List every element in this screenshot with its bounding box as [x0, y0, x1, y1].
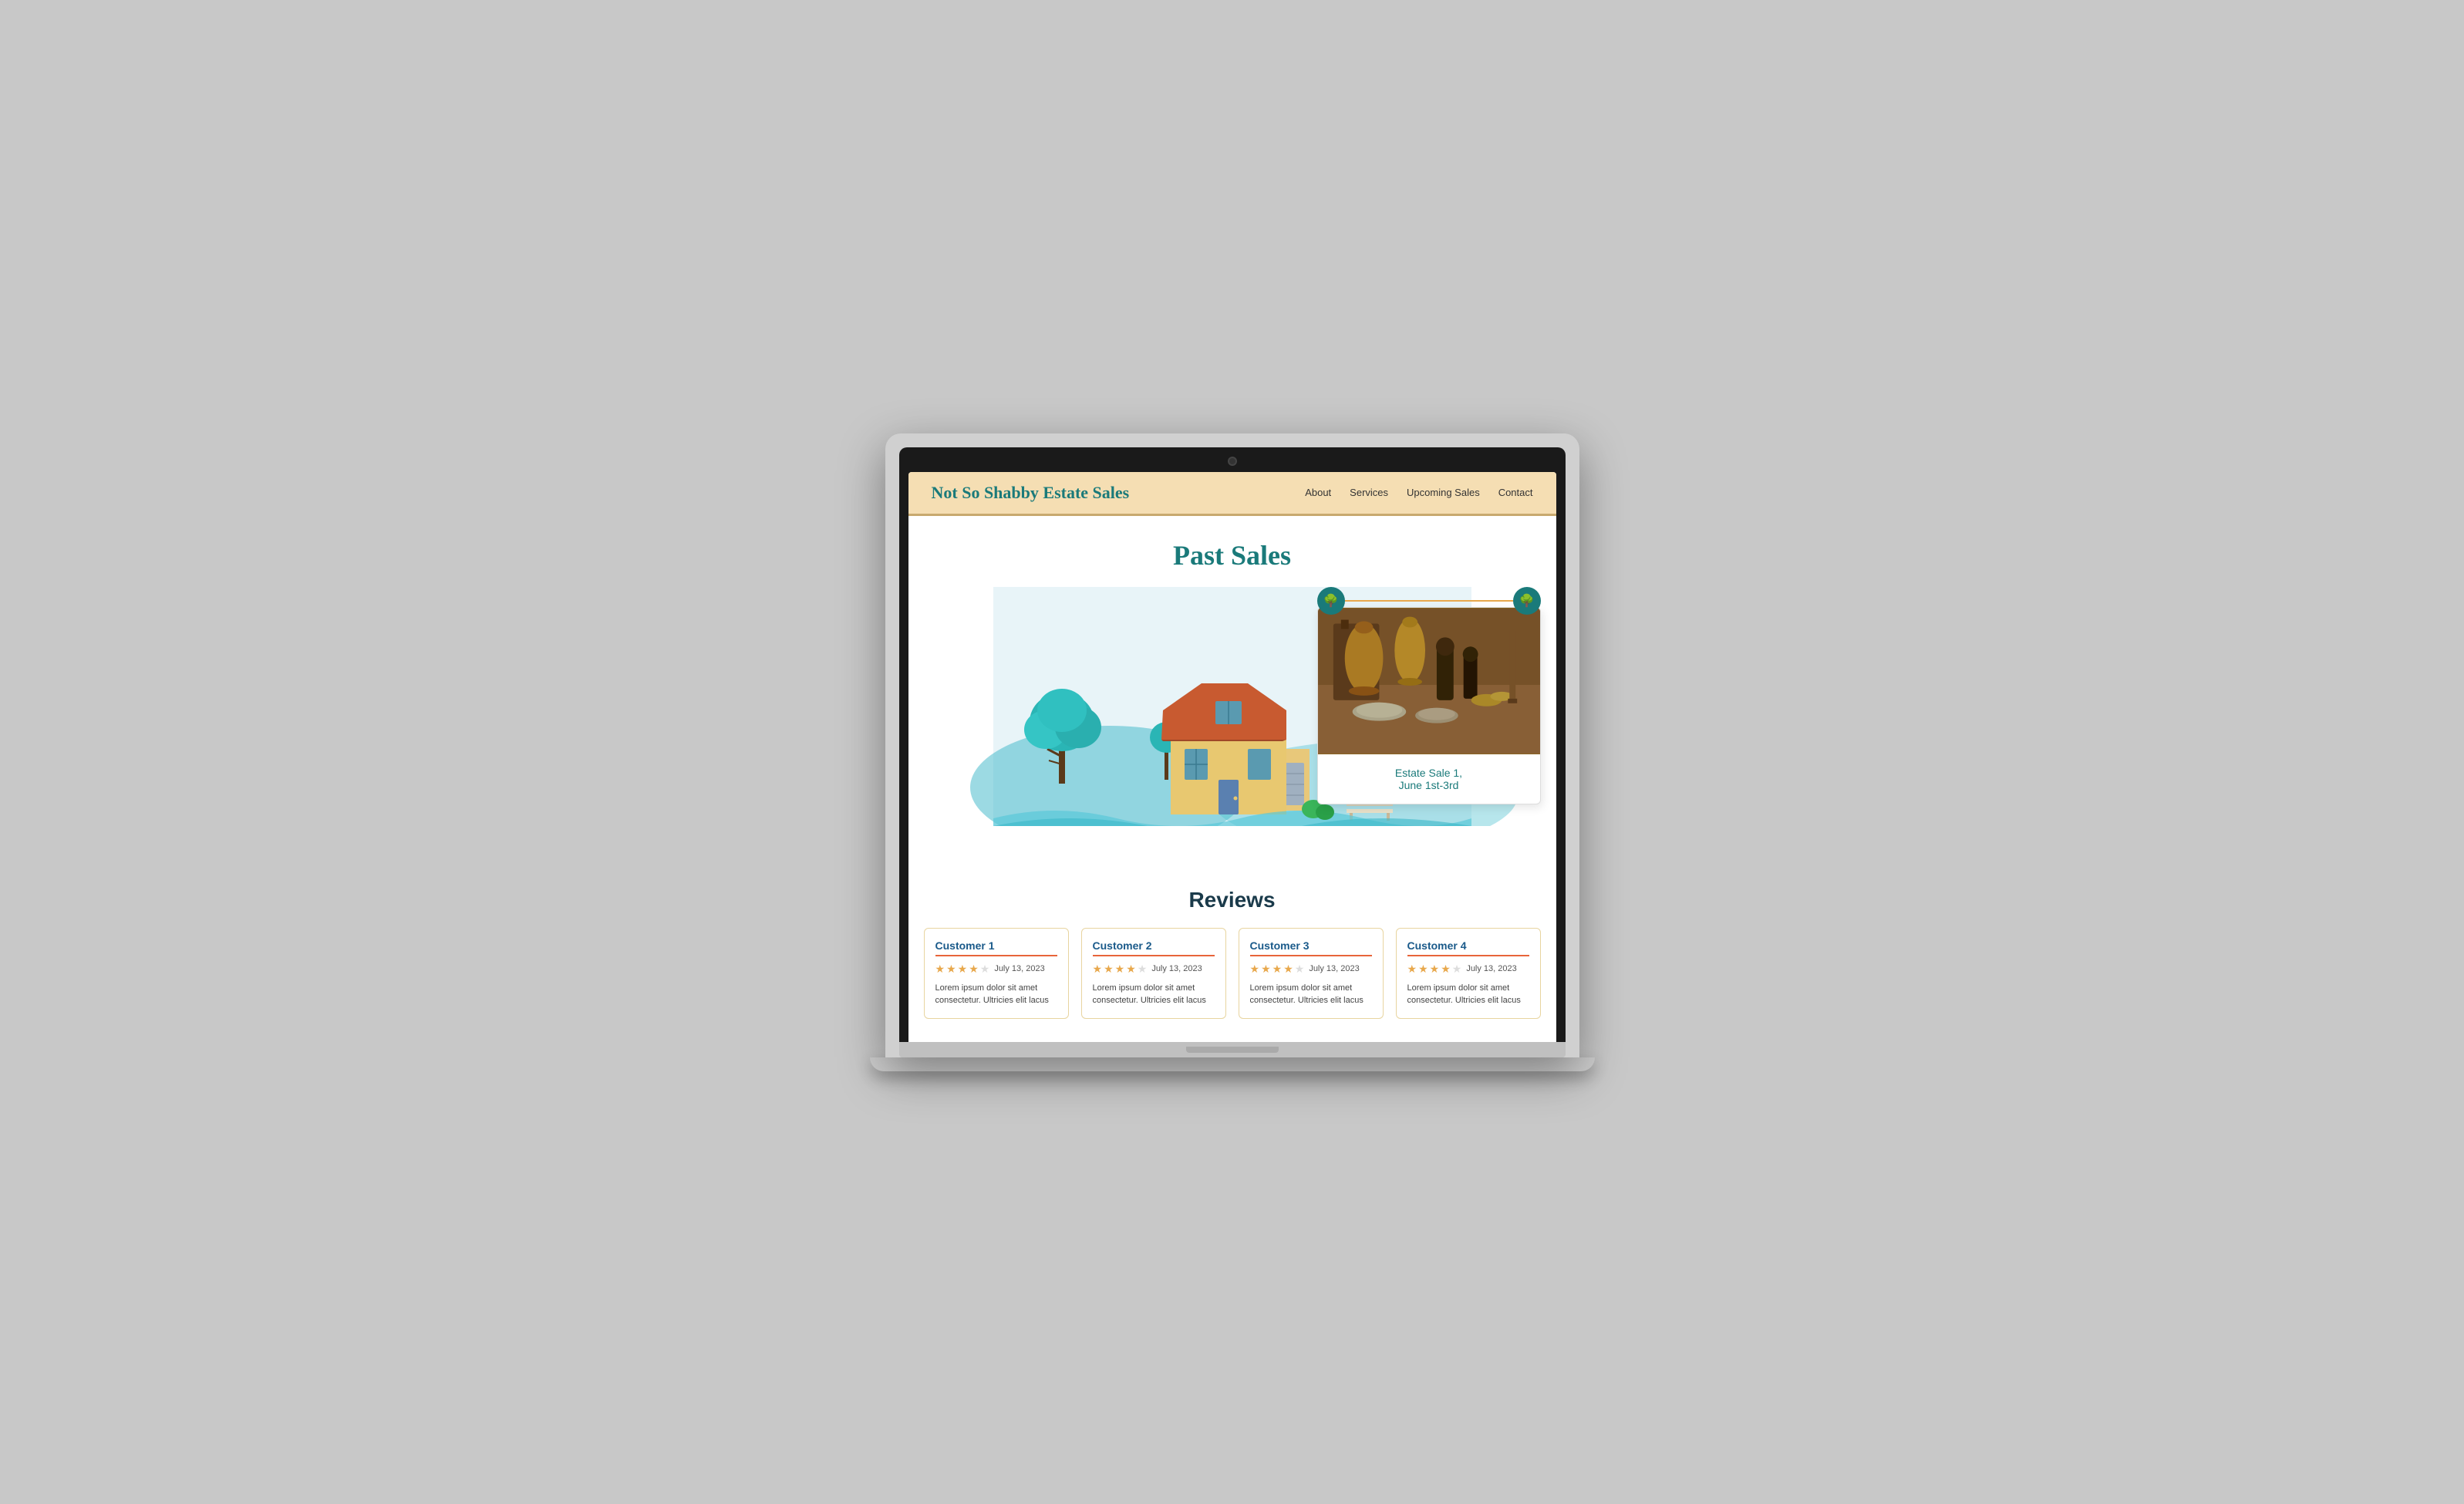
- star-filled: ★: [1407, 963, 1417, 976]
- review-card: Customer 3★★★★★July 13, 2023Lorem ipsum …: [1239, 928, 1384, 1019]
- star-filled: ★: [958, 963, 968, 976]
- review-meta: ★★★★★July 13, 2023: [1093, 963, 1215, 976]
- past-sales-content: 🌳 🌳: [924, 587, 1541, 849]
- card-connector: 🌳 🌳: [1317, 587, 1541, 615]
- past-sales-section: Past Sales: [908, 516, 1556, 865]
- review-card: Customer 4★★★★★July 13, 2023Lorem ipsum …: [1396, 928, 1541, 1019]
- nav-upcoming-sales[interactable]: Upcoming Sales: [1407, 487, 1480, 498]
- star-empty: ★: [980, 963, 990, 976]
- review-customer-name: Customer 2: [1093, 939, 1215, 952]
- review-stars: ★★★★★: [1250, 963, 1305, 976]
- laptop-bottom: [899, 1042, 1566, 1057]
- laptop-base: [870, 1057, 1595, 1071]
- nav-about[interactable]: About: [1305, 487, 1331, 498]
- nav-links: About Services Upcoming Sales Contact: [1305, 487, 1532, 498]
- star-empty: ★: [1138, 963, 1148, 976]
- star-filled: ★: [1115, 963, 1125, 976]
- star-filled: ★: [1272, 963, 1283, 976]
- review-underline: [1093, 955, 1215, 956]
- estate-card: Estate Sale 1, June 1st-3rd: [1317, 607, 1541, 804]
- review-text: Lorem ipsum dolor sit amet consectetur. …: [935, 982, 1057, 1007]
- review-meta: ★★★★★July 13, 2023: [1250, 963, 1372, 976]
- tree-icon-left: 🌳: [1317, 587, 1345, 615]
- reviews-section: Reviews Customer 1★★★★★July 13, 2023Lore…: [908, 865, 1556, 1042]
- laptop-frame: Not So Shabby Estate Sales About Service…: [885, 433, 1579, 1057]
- review-text: Lorem ipsum dolor sit amet consectetur. …: [1093, 982, 1215, 1007]
- review-text: Lorem ipsum dolor sit amet consectetur. …: [1250, 982, 1372, 1007]
- review-date: July 13, 2023: [994, 964, 1044, 973]
- review-date: July 13, 2023: [1309, 964, 1359, 973]
- estate-card-text: Estate Sale 1, June 1st-3rd: [1318, 754, 1540, 804]
- connector-line: [1345, 600, 1513, 602]
- star-filled: ★: [1261, 963, 1271, 976]
- camera-notch: [1228, 457, 1237, 466]
- estate-card-subtitle: June 1st-3rd: [1330, 779, 1528, 791]
- nav-services[interactable]: Services: [1350, 487, 1388, 498]
- estate-card-image: [1318, 608, 1540, 754]
- estate-card-wrapper: 🌳 🌳: [1317, 587, 1541, 804]
- laptop-hinge: [1186, 1047, 1279, 1053]
- star-filled: ★: [1126, 963, 1136, 976]
- past-sales-title: Past Sales: [924, 539, 1541, 572]
- review-meta: ★★★★★July 13, 2023: [935, 963, 1057, 976]
- star-filled: ★: [1093, 963, 1103, 976]
- screen: Not So Shabby Estate Sales About Service…: [908, 472, 1556, 1042]
- screen-bezel: Not So Shabby Estate Sales About Service…: [899, 447, 1566, 1042]
- review-stars: ★★★★★: [935, 963, 990, 976]
- star-filled: ★: [969, 963, 979, 976]
- site-logo: Not So Shabby Estate Sales: [932, 483, 1130, 503]
- review-customer-name: Customer 1: [935, 939, 1057, 952]
- reviews-grid: Customer 1★★★★★July 13, 2023Lorem ipsum …: [924, 928, 1541, 1019]
- star-empty: ★: [1295, 963, 1305, 976]
- nav-contact[interactable]: Contact: [1498, 487, 1533, 498]
- star-filled: ★: [946, 963, 956, 976]
- review-date: July 13, 2023: [1151, 964, 1202, 973]
- review-card: Customer 2★★★★★July 13, 2023Lorem ipsum …: [1081, 928, 1226, 1019]
- star-empty: ★: [1452, 963, 1462, 976]
- review-stars: ★★★★★: [1407, 963, 1462, 976]
- review-stars: ★★★★★: [1093, 963, 1148, 976]
- review-customer-name: Customer 3: [1250, 939, 1372, 952]
- review-underline: [935, 955, 1057, 956]
- review-text: Lorem ipsum dolor sit amet consectetur. …: [1407, 982, 1529, 1007]
- star-filled: ★: [1250, 963, 1260, 976]
- star-filled: ★: [1104, 963, 1114, 976]
- review-date: July 13, 2023: [1466, 964, 1516, 973]
- estate-card-title: Estate Sale 1,: [1330, 767, 1528, 779]
- tree-icon-right: 🌳: [1513, 587, 1541, 615]
- review-underline: [1407, 955, 1529, 956]
- navbar: Not So Shabby Estate Sales About Service…: [908, 472, 1556, 516]
- reviews-title: Reviews: [924, 888, 1541, 912]
- star-filled: ★: [935, 963, 945, 976]
- star-filled: ★: [1430, 963, 1440, 976]
- star-filled: ★: [1418, 963, 1428, 976]
- star-filled: ★: [1441, 963, 1451, 976]
- star-filled: ★: [1283, 963, 1293, 976]
- review-card: Customer 1★★★★★July 13, 2023Lorem ipsum …: [924, 928, 1069, 1019]
- review-underline: [1250, 955, 1372, 956]
- review-customer-name: Customer 4: [1407, 939, 1529, 952]
- review-meta: ★★★★★July 13, 2023: [1407, 963, 1529, 976]
